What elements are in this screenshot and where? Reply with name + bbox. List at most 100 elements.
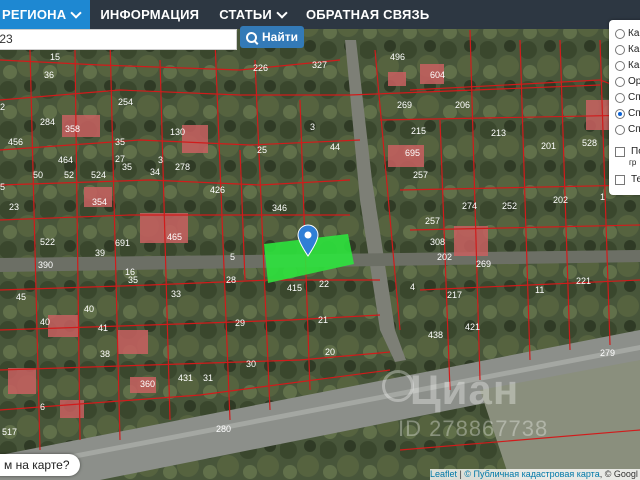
parcel-number: 5	[0, 182, 5, 192]
layer-label: гр	[629, 158, 637, 167]
nav-info-label: ИНФОРМАЦИЯ	[100, 7, 200, 22]
layer-option[interactable]: Ка	[615, 28, 639, 39]
parcel-number: 327	[312, 60, 327, 70]
checkbox-icon[interactable]	[615, 174, 625, 185]
parcel-number: 221	[576, 276, 591, 286]
radio-icon[interactable]	[615, 76, 625, 87]
layer-label: Сп	[628, 92, 640, 103]
cadastral-search-input[interactable]: :23	[0, 29, 237, 50]
layer-option[interactable]: Сп	[615, 124, 640, 135]
parcel-number: 35	[115, 137, 125, 147]
layer-checkbox-option[interactable]: Те	[615, 174, 640, 185]
parcel-number: 278	[175, 162, 190, 172]
parcel-number: 426	[210, 185, 225, 195]
parcel-number: 1	[600, 192, 605, 202]
layers-panel: Ка Ка Ка Ор Сп Сп Сп По гр Те	[609, 20, 640, 195]
map-attribution: Leaflet | © Публичная кадастровая карта,…	[430, 469, 640, 480]
layer-label: Те	[631, 174, 640, 185]
attribution-google: , © Googl	[599, 469, 638, 479]
parcel-number: 279	[600, 348, 615, 358]
layer-label: Сп	[628, 124, 640, 135]
parcel-number: 257	[425, 216, 440, 226]
parcel-number: 6	[40, 402, 45, 412]
radio-selected-icon[interactable]	[615, 108, 625, 119]
parcel-number: 16	[125, 267, 135, 277]
radio-icon[interactable]	[615, 60, 625, 71]
parcel-number: 421	[465, 322, 480, 332]
nav-articles[interactable]: СТАТЬИ	[209, 0, 296, 29]
layer-option[interactable]: Ка	[615, 44, 639, 55]
leaflet-link[interactable]: Leaflet	[430, 469, 457, 479]
parcel-number: 390	[38, 260, 53, 270]
chevron-down-icon	[70, 7, 83, 19]
parcel-number: 40	[84, 304, 94, 314]
checkbox-icon[interactable]	[615, 146, 625, 157]
parcel-number: 308	[430, 237, 445, 247]
parcel-number: 257	[413, 170, 428, 180]
parcel-number: 496	[390, 52, 405, 62]
layer-option[interactable]: Сп	[615, 108, 640, 119]
parcel-number: 36	[44, 70, 54, 80]
parcel-number: 50	[33, 170, 43, 180]
radio-icon[interactable]	[615, 124, 625, 135]
nav-info[interactable]: ИНФОРМАЦИЯ	[90, 0, 209, 29]
parcel-number: 524	[91, 170, 106, 180]
parcel-number: 528	[582, 138, 597, 148]
watermark-brand: Циан	[410, 366, 520, 413]
parcel-number: 38	[100, 349, 110, 359]
layer-checkbox-option[interactable]: По	[615, 146, 640, 157]
chevron-down-icon	[276, 7, 288, 19]
layer-label: Сп	[628, 108, 640, 119]
layer-label: По	[631, 146, 640, 157]
parcel-number: 252	[502, 201, 517, 211]
parcel-number: 206	[455, 100, 470, 110]
radio-icon[interactable]	[615, 44, 625, 55]
search-input-value: :23	[0, 32, 13, 46]
parcel-number: 35	[122, 162, 132, 172]
parcel-number: 28	[226, 275, 236, 285]
map-canvas[interactable]: 36226 327254284358 130456 35464 27 350 5225524…	[0, 0, 640, 480]
search-button-label: Найти	[262, 30, 298, 44]
parcel-number: 254	[118, 97, 133, 107]
parcel-number: 522	[40, 237, 55, 247]
watermark-id: ID 278867738	[398, 416, 549, 441]
parcel-number: 15	[50, 52, 60, 62]
layer-label: Ор	[628, 76, 640, 87]
parcel-number: 215	[411, 126, 426, 136]
region-menu[interactable]: РЕГИОНА	[0, 0, 91, 29]
parcel-number: 5	[230, 252, 235, 262]
top-navigation: РЕГИОНА ИНФОРМАЦИЯ СТАТЬИ ОБРАТНАЯ СВЯЗЬ	[0, 0, 640, 29]
nav-feedback-label: ОБРАТНАЯ СВЯЗЬ	[305, 7, 430, 22]
parcel-number: 202	[553, 195, 568, 205]
layer-option[interactable]: Ор	[615, 76, 640, 87]
where-on-map-button[interactable]: м на карте?	[0, 454, 80, 476]
parcel-number: 52	[64, 170, 74, 180]
parcel-number: 431	[178, 373, 193, 383]
parcel-number: 44	[330, 142, 340, 152]
parcel-number: 346	[272, 203, 287, 213]
search-button[interactable]: Найти	[240, 26, 304, 48]
parcel-number: 3	[310, 122, 315, 132]
layer-label: Ка	[628, 28, 640, 39]
parcel-number: 23	[9, 202, 19, 212]
layer-option[interactable]: Сп	[615, 92, 640, 103]
layer-label: Ка	[628, 44, 640, 55]
parcel-number: 21	[318, 315, 328, 325]
parcel-number: 354	[92, 197, 107, 207]
nav-feedback[interactable]: ОБРАТНАЯ СВЯЗЬ	[296, 0, 439, 29]
parcel-number: 465	[167, 232, 182, 242]
radio-icon[interactable]	[615, 28, 625, 39]
parcel-number: 40	[40, 317, 50, 327]
parcel-number: 358	[65, 124, 80, 134]
parcel-number: 45	[16, 292, 26, 302]
radio-icon[interactable]	[615, 92, 625, 103]
parcel-number: 22	[319, 279, 329, 289]
layer-option[interactable]: Ка	[615, 60, 639, 71]
parcel-number: 695	[405, 148, 420, 158]
cadastral-map-link[interactable]: © Публичная кадастровая карта	[464, 469, 599, 479]
parcel-number: 456	[8, 137, 23, 147]
parcel-number: 39	[95, 248, 105, 258]
parcel-number: 25	[257, 145, 267, 155]
parcel-number: 691	[115, 238, 130, 248]
parcel-number: 34	[150, 167, 160, 177]
